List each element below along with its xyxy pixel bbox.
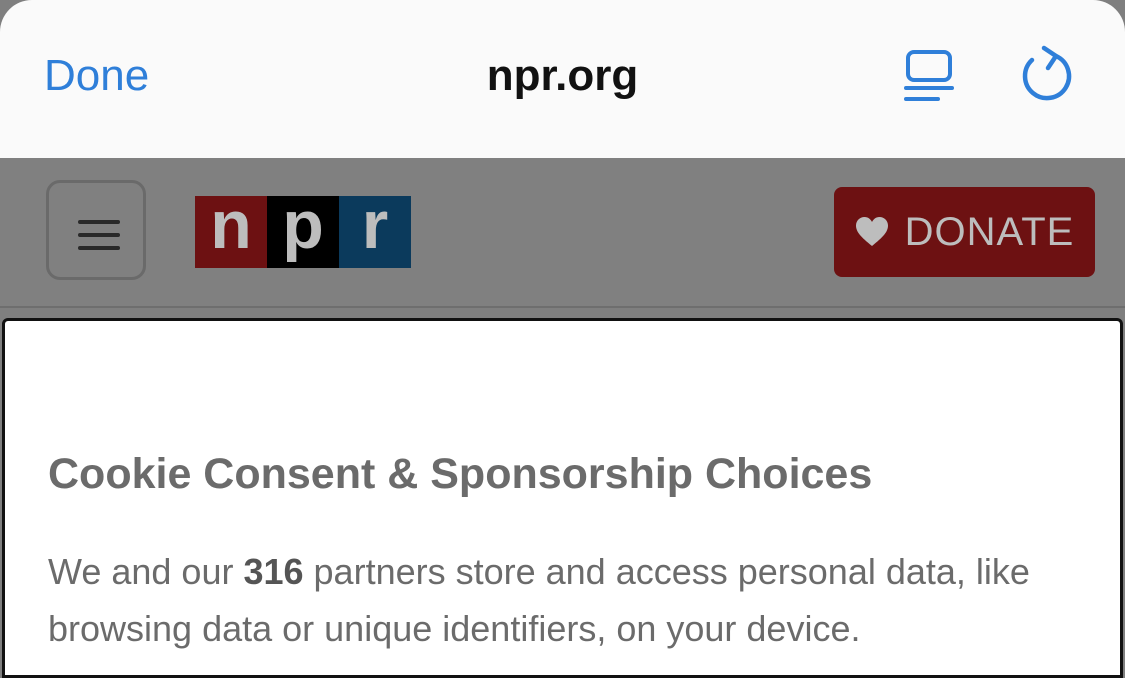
menu-button[interactable] bbox=[46, 180, 146, 280]
url-title: npr.org bbox=[486, 51, 639, 100]
heart-icon bbox=[855, 217, 888, 246]
partner-count: 316 bbox=[243, 551, 304, 592]
browser-top-bar: Done npr.org bbox=[0, 0, 1125, 158]
donate-label: DONATE bbox=[904, 209, 1075, 254]
logo-letter-r: r bbox=[339, 191, 411, 268]
site-header: n p r DONATE bbox=[0, 158, 1125, 308]
consent-body-prefix: We and our bbox=[48, 551, 244, 592]
reload-button[interactable] bbox=[1018, 44, 1076, 104]
reader-view-icon bbox=[904, 50, 954, 101]
consent-title: Cookie Consent & Sponsorship Choices bbox=[48, 450, 873, 498]
logo-letter-n: n bbox=[195, 191, 267, 268]
donate-button[interactable]: DONATE bbox=[834, 187, 1095, 277]
consent-body: We and our 316 partners store and access… bbox=[48, 543, 1108, 657]
npr-logo[interactable]: n p r bbox=[195, 191, 411, 268]
logo-letter-p: p bbox=[267, 191, 339, 268]
cookie-consent-modal: Cookie Consent & Sponsorship Choices We … bbox=[2, 318, 1123, 678]
reload-icon bbox=[1022, 45, 1072, 101]
reader-view-button[interactable] bbox=[902, 48, 956, 104]
